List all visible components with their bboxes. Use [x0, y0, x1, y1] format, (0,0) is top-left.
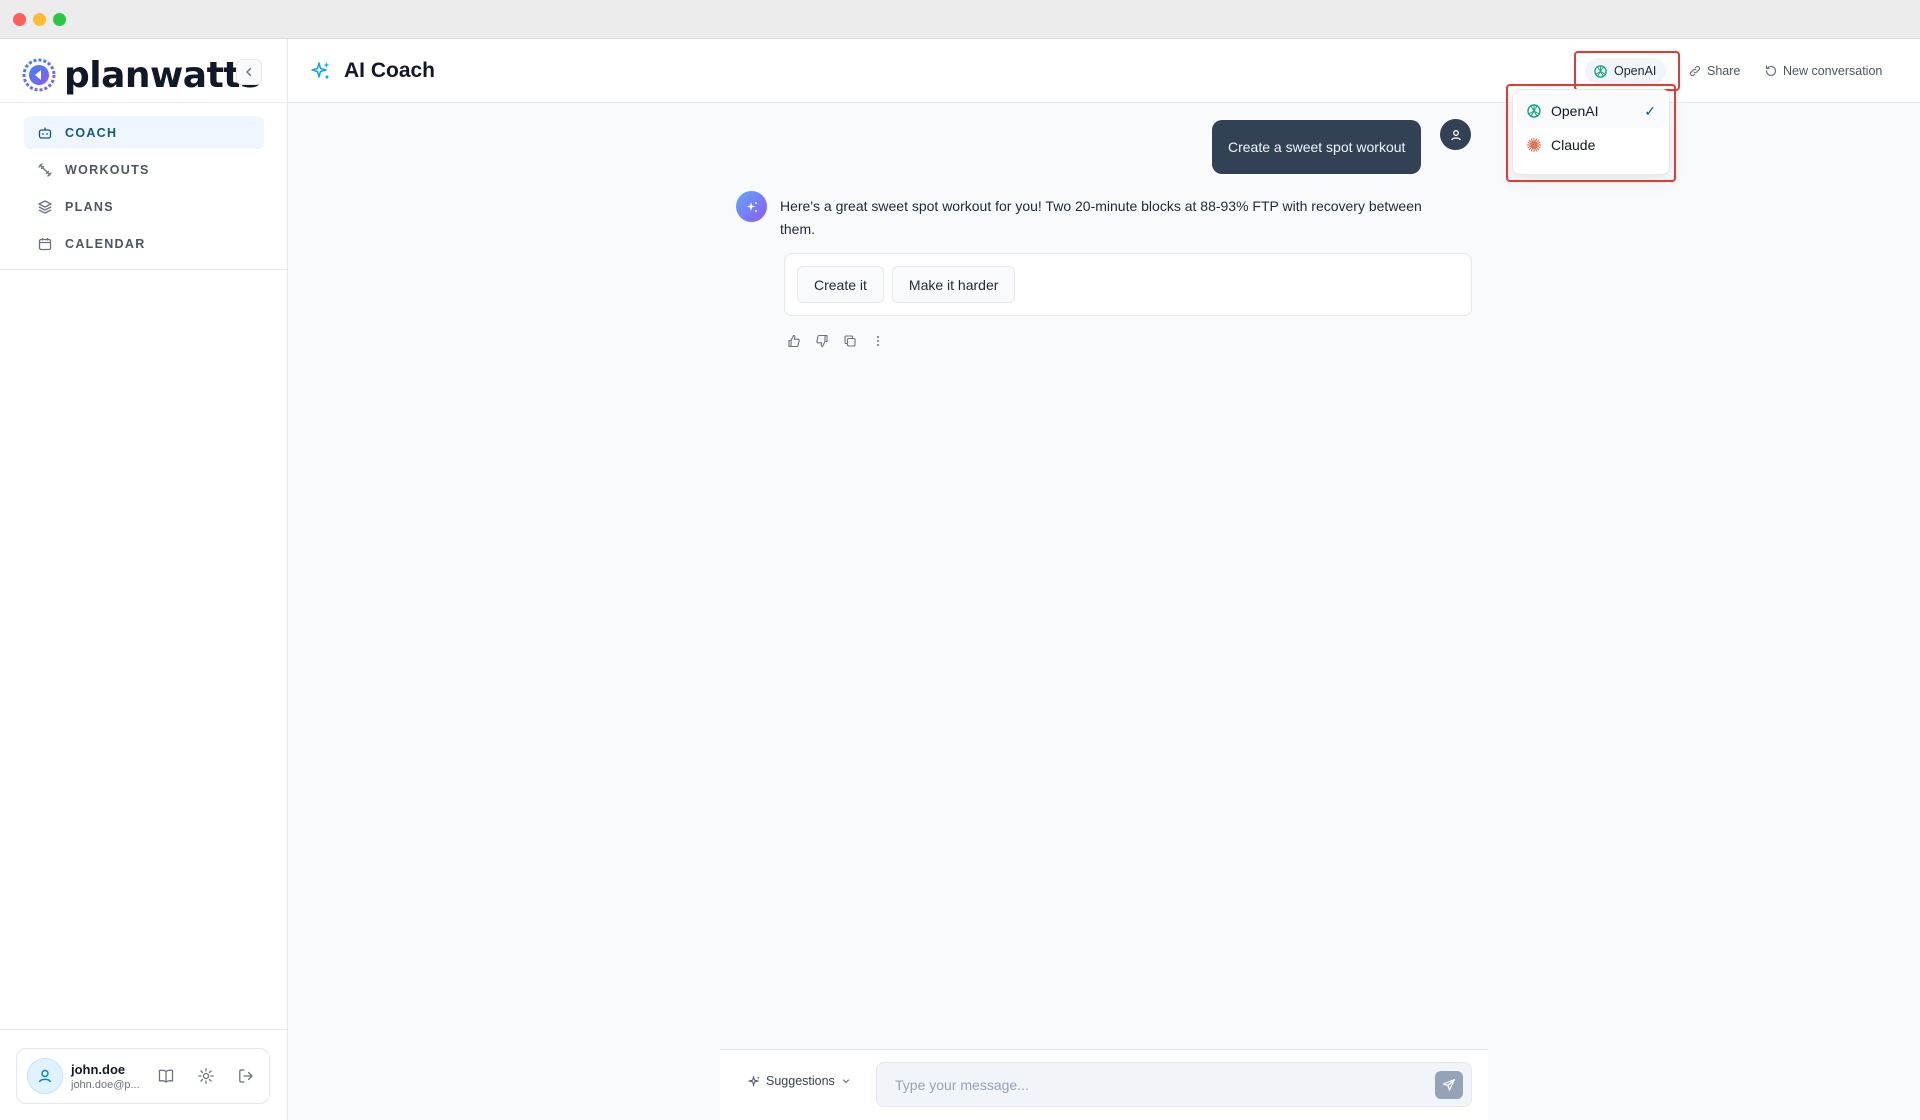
page-title: AI Coach — [344, 59, 436, 82]
sidebar-divider — [0, 269, 287, 270]
share-label: Share — [1707, 64, 1741, 78]
maximize-window-button[interactable] — [53, 13, 66, 26]
layers-icon — [38, 199, 52, 214]
openai-icon — [1594, 64, 1607, 78]
message-input-wrapper — [876, 1062, 1472, 1107]
thumbs-up-button[interactable] — [784, 331, 804, 351]
link-icon — [1689, 65, 1701, 77]
brand-name: planwatts — [64, 54, 261, 96]
avatar[interactable] — [27, 1058, 63, 1094]
share-button[interactable]: Share — [1688, 58, 1740, 84]
user-name: john.doe — [71, 1061, 126, 1077]
user-message-bubble: Create a sweet spot workout — [1212, 120, 1422, 174]
message-input[interactable] — [877, 1063, 1417, 1106]
sidebar-divider — [0, 1029, 287, 1030]
user-message-avatar — [1440, 119, 1471, 150]
sidebar-item-calendar[interactable]: CALENDAR — [24, 227, 264, 260]
window-titlebar — [0, 0, 1920, 39]
model-selector-button[interactable]: OpenAI — [1585, 58, 1667, 84]
sparkles-icon — [746, 201, 757, 212]
docs-button[interactable] — [151, 1061, 181, 1091]
gear-icon — [198, 1068, 214, 1084]
dumbbell-icon — [38, 162, 52, 177]
model-selector-label: OpenAI — [1614, 64, 1657, 78]
robot-icon — [38, 127, 52, 139]
sidebar-item-workouts[interactable]: WORKOUTS — [24, 153, 264, 186]
minimize-window-button[interactable] — [33, 13, 46, 26]
user-message-text: Create a sweet spot workout — [1228, 139, 1406, 155]
thumbs-up-icon — [788, 334, 800, 348]
assistant-message-text: Here's a great sweet spot workout for yo… — [780, 198, 1422, 237]
planwatts-logo-icon — [22, 58, 56, 92]
copy-icon — [844, 335, 856, 347]
model-option-openai[interactable]: OpenAI ✓ — [1517, 94, 1665, 128]
logout-button[interactable] — [231, 1061, 261, 1091]
suggested-actions-card: Create it Make it harder — [784, 253, 1472, 316]
thumbs-down-button[interactable] — [812, 331, 832, 351]
sidebar-item-label: COACH — [65, 125, 118, 140]
refresh-icon — [1765, 65, 1777, 77]
chevron-left-icon — [246, 67, 252, 77]
send-icon — [1442, 1078, 1456, 1091]
sidebar: planwatts COACH WORKOUTS PLANS CALENDAR — [0, 39, 288, 1120]
more-vertical-icon — [877, 336, 879, 346]
app: planwatts COACH WORKOUTS PLANS CALENDAR — [0, 39, 1920, 1120]
settings-button[interactable] — [191, 1061, 221, 1091]
thumbs-down-icon — [816, 334, 828, 348]
sparkles-icon — [748, 1074, 760, 1087]
openai-icon — [1527, 104, 1541, 118]
model-option-label: Claude — [1551, 137, 1596, 153]
more-options-button[interactable] — [868, 331, 888, 351]
message-feedback-bar — [784, 331, 896, 351]
calendar-icon — [38, 237, 52, 250]
sidebar-item-label: WORKOUTS — [65, 162, 150, 177]
user-info: john.doe john.doe@p... — [71, 1062, 141, 1091]
book-open-icon — [158, 1069, 174, 1083]
suggestions-label: Suggestions — [766, 1074, 835, 1088]
send-button[interactable] — [1435, 1071, 1463, 1099]
user-icon — [1450, 129, 1461, 140]
sidebar-item-coach[interactable]: COACH — [24, 116, 264, 149]
new-conversation-label: New conversation — [1783, 64, 1883, 78]
user-card[interactable]: john.doe john.doe@p... — [16, 1048, 270, 1104]
header: AI Coach OpenAI Share New conversation — [288, 39, 1920, 103]
create-it-button[interactable]: Create it — [797, 266, 884, 303]
sidebar-nav: COACH WORKOUTS PLANS CALENDAR — [24, 116, 264, 264]
sidebar-divider — [0, 102, 287, 103]
close-window-button[interactable] — [13, 13, 26, 26]
user-email: john.doe@p... — [71, 1078, 140, 1091]
brand[interactable]: planwatts — [22, 51, 261, 99]
message-composer: Suggestions — [720, 1049, 1488, 1120]
model-option-label: OpenAI — [1551, 103, 1599, 119]
model-option-claude[interactable]: Claude — [1517, 128, 1665, 162]
sidebar-item-label: PLANS — [65, 199, 114, 214]
assistant-avatar — [736, 191, 767, 222]
make-it-harder-button[interactable]: Make it harder — [891, 266, 1016, 303]
claude-icon — [1526, 137, 1542, 153]
new-conversation-button[interactable]: New conversation — [1764, 58, 1882, 84]
chevron-down-icon — [842, 1079, 849, 1084]
sparkles-icon — [311, 62, 330, 79]
user-icon — [38, 1069, 52, 1083]
sidebar-item-plans[interactable]: PLANS — [24, 190, 264, 223]
page-title-group: AI Coach — [310, 59, 435, 83]
sidebar-item-label: CALENDAR — [65, 236, 146, 251]
logout-icon — [239, 1069, 253, 1083]
collapse-sidebar-button[interactable] — [236, 59, 262, 85]
model-dropdown: OpenAI ✓ Claude — [1512, 89, 1670, 175]
check-icon: ✓ — [1644, 102, 1656, 119]
copy-button[interactable] — [840, 331, 860, 351]
suggestions-button[interactable]: Suggestions — [748, 1074, 856, 1088]
